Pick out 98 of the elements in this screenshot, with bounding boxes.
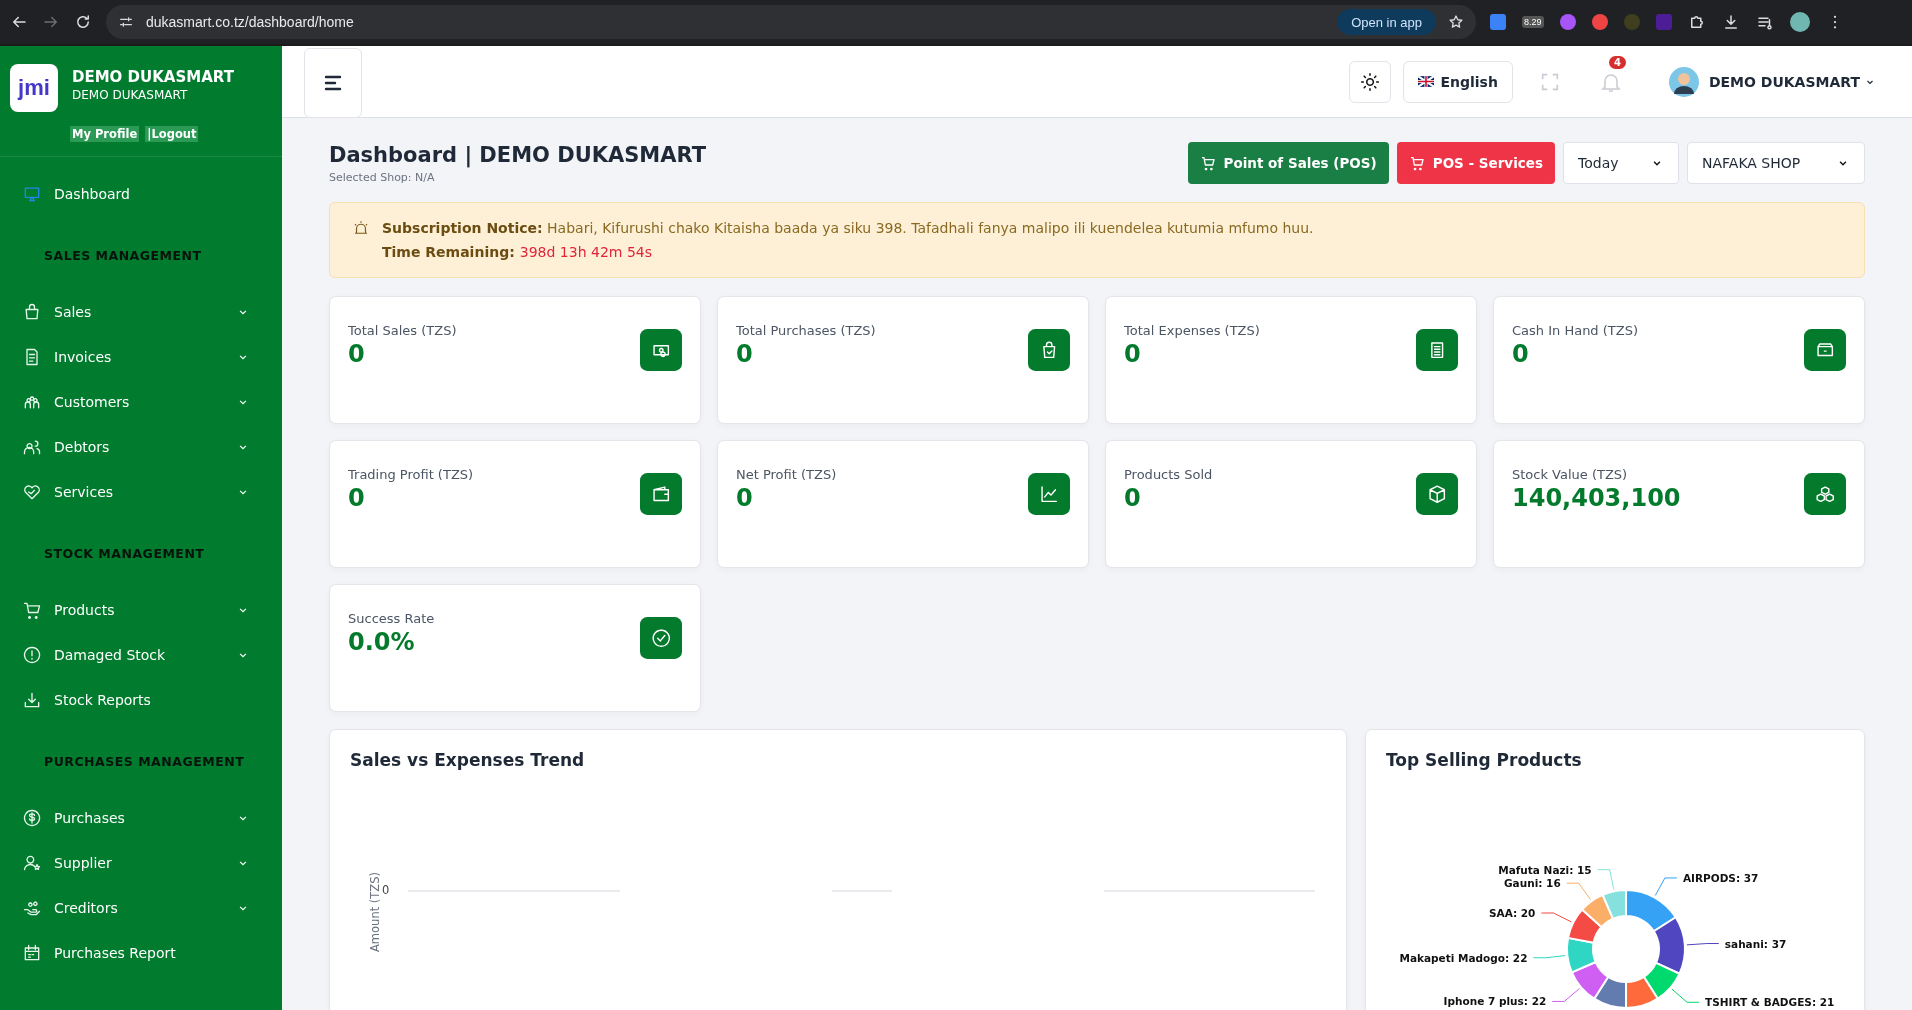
stat-icon — [640, 329, 682, 371]
filter-select[interactable]: NAFAKA SHOP — [1687, 142, 1865, 184]
nav-item[interactable]: Customers — [54, 393, 130, 410]
nav-item[interactable]: Stock Reports — [54, 691, 151, 708]
nav-item[interactable]: Purchases — [54, 809, 125, 826]
stat-label: Cash In Hand (TZS) — [1512, 323, 1638, 338]
user-avatar[interactable] — [1668, 66, 1699, 97]
leader-line — [1597, 869, 1615, 890]
section-heading: STOCK MANAGEMENT — [43, 545, 206, 563]
stat-icon — [1804, 329, 1846, 371]
sun-icon[interactable] — [1360, 71, 1381, 92]
nav-item[interactable]: Creditors — [54, 899, 118, 916]
user-name[interactable]: DEMO DUKASMART — [1708, 73, 1860, 90]
axis-label: Amount (TZS) — [368, 871, 382, 954]
leader-line — [1654, 877, 1678, 896]
stat-label: Products Sold — [1124, 467, 1213, 482]
cart-icon — [1199, 155, 1216, 171]
nav-item[interactable]: Dashboard — [54, 185, 130, 202]
extension-icon[interactable] — [1559, 14, 1576, 30]
nav-item[interactable]: Debtors — [54, 438, 110, 455]
business-subtitle: DEMO DUKASMART — [72, 88, 189, 102]
stat-icon — [640, 617, 682, 659]
data-label: Gauni: 16 — [1504, 877, 1561, 890]
filter-select[interactable]: Today — [1563, 142, 1679, 184]
stat-label: Total Expenses (TZS) — [1124, 323, 1260, 338]
data-label: Mafuta Nazi: 15 — [1498, 863, 1592, 876]
leader-line — [1540, 912, 1572, 923]
stat-value: 0 — [1124, 484, 1142, 512]
nav-item[interactable]: Products — [54, 601, 115, 618]
open-in-app-button[interactable]: Open in app — [1337, 9, 1436, 35]
stat-value: 140,403,100 — [1512, 484, 1681, 512]
stat-value: 0.0% — [348, 628, 416, 656]
stat-value: 0 — [1512, 340, 1530, 368]
stat-icon — [640, 473, 682, 515]
nav-item[interactable]: Damaged Stock — [54, 646, 166, 663]
stat-label: Total Purchases (TZS) — [736, 323, 876, 338]
chart-title: Top Selling Products — [1386, 750, 1583, 770]
leader-line — [1566, 882, 1591, 900]
theme-toggle-button[interactable] — [1349, 60, 1392, 103]
url-text: dukasmart.co.tz/dashboard/home — [146, 14, 354, 30]
menu-button[interactable] — [304, 47, 362, 118]
section-heading: PURCHASES MANAGEMENT — [43, 753, 246, 771]
leader-line — [1686, 943, 1720, 946]
nav-item[interactable]: Supplier — [54, 854, 112, 871]
leader-line — [1551, 988, 1580, 1002]
nav-item[interactable]: Services — [54, 483, 114, 500]
site-settings-icon[interactable] — [118, 14, 134, 30]
stat-label: Total Sales (TZS) — [348, 323, 457, 338]
data-label: Makapeti Madogo: 22 — [1399, 951, 1528, 964]
data-label: TSHIRT & BADGES: 21 — [1705, 996, 1835, 1009]
reload-icon[interactable] — [74, 13, 92, 31]
stat-icon — [1416, 473, 1458, 515]
stat-icon — [1028, 329, 1070, 371]
stat-icon — [1028, 473, 1070, 515]
stat-icon — [1804, 473, 1846, 515]
nav-item[interactable]: Invoices — [54, 348, 112, 365]
stat-value: 0 — [736, 484, 754, 512]
selected-shop-text: Selected Shop: N/A — [329, 170, 436, 184]
stat-label: Stock Value (TZS) — [1512, 467, 1629, 482]
data-label: Iphone 7 plus: 22 — [1443, 995, 1547, 1008]
chart-title: Sales vs Expenses Trend — [350, 750, 586, 770]
data-label: AIRPODS: 37 — [1682, 871, 1759, 884]
address-bar[interactable]: dukasmart.co.tz/dashboard/home Open in app — [106, 5, 1476, 39]
leader-line — [1671, 988, 1700, 1003]
cart-icon — [1408, 155, 1425, 171]
profile-link[interactable]: My Profile — [70, 126, 140, 142]
time-remaining-value: 398d 13h 42m 54s — [519, 244, 652, 260]
page-title: Dashboard | DEMO DUKASMART — [329, 142, 707, 167]
leader-line — [1532, 955, 1566, 959]
data-label: sahani: 37 — [1724, 937, 1787, 950]
logo: jmi — [10, 64, 58, 112]
star-icon[interactable] — [1448, 14, 1464, 30]
extension-badge[interactable]: 8.29 — [1522, 16, 1544, 28]
notice-message: Subscription Notice: Habari, Kifurushi chako Kitaisha baada ya siku 398. Tafadhali fanya malipo ili kuendelea kutumia mfumo huu. — [382, 219, 1314, 238]
extension-icon[interactable] — [1591, 14, 1608, 30]
profile-link[interactable]: |Logout — [145, 126, 199, 142]
profile-avatar[interactable] — [1789, 12, 1810, 32]
stat-label: Success Rate — [348, 611, 435, 626]
nav-item[interactable]: Sales — [54, 303, 92, 320]
pos-button[interactable]: POS - Services — [1396, 142, 1555, 184]
stat-icon — [1416, 329, 1458, 371]
flag-icon — [1418, 76, 1435, 87]
business-name: DEMO DUKASMART — [72, 68, 234, 86]
stat-label: Trading Profit (TZS) — [348, 467, 474, 482]
alarm-icon — [352, 219, 370, 237]
section-heading: SALES MANAGEMENT — [43, 247, 203, 265]
data-label: SAA: 20 — [1488, 907, 1536, 919]
stat-value: 0 — [1124, 340, 1142, 368]
tick-label: 0 — [382, 883, 390, 897]
time-remaining-label: Time Remaining: — [382, 244, 515, 260]
language-button[interactable]: English — [1403, 60, 1513, 103]
pos-button[interactable]: Point of Sales (POS) — [1187, 142, 1389, 184]
stat-label: Net Profit (TZS) — [736, 467, 837, 482]
stat-value: 0 — [348, 340, 366, 368]
notification-badge: 4 — [1608, 55, 1626, 69]
nav-item[interactable]: Purchases Report — [54, 944, 176, 961]
stat-value: 0 — [736, 340, 754, 368]
stat-value: 0 — [348, 484, 366, 512]
